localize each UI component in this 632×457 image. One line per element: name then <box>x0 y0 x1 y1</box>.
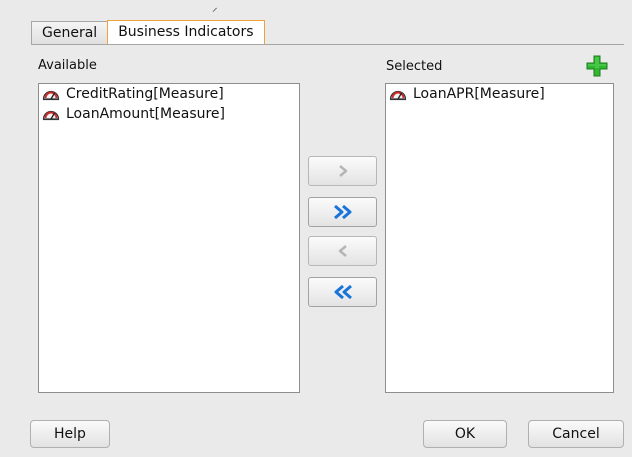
list-item[interactable]: LoanAmount[Measure] <box>39 104 299 124</box>
tab-business-indicators[interactable]: Business Indicators <box>107 20 265 44</box>
chevron-right-icon <box>338 165 347 177</box>
move-left-button[interactable] <box>308 236 377 266</box>
gauge-icon <box>389 90 407 101</box>
tab-bar: General Business Indicators <box>31 20 265 44</box>
list-item-label: LoanAPR[Measure] <box>413 86 545 102</box>
move-right-button[interactable] <box>308 156 377 186</box>
available-list[interactable]: CreditRating[Measure] LoanAmount[Measure… <box>38 83 300 393</box>
selected-list[interactable]: LoanAPR[Measure] <box>385 83 614 393</box>
move-all-right-button[interactable] <box>308 197 377 227</box>
gauge-icon <box>42 110 60 121</box>
double-chevron-left-icon <box>334 284 352 300</box>
available-label: Available <box>38 58 97 73</box>
chevron-left-icon <box>338 245 347 257</box>
cancel-button[interactable]: Cancel <box>528 420 624 448</box>
ok-button[interactable]: OK <box>423 420 507 448</box>
list-item[interactable]: LoanAPR[Measure] <box>386 84 613 104</box>
gauge-icon <box>42 90 60 101</box>
add-icon[interactable] <box>586 55 608 77</box>
help-button[interactable]: Help <box>30 420 110 448</box>
list-item[interactable]: CreditRating[Measure] <box>39 84 299 104</box>
list-item-label: LoanAmount[Measure] <box>66 106 226 122</box>
selected-label: Selected <box>386 59 443 74</box>
tab-general[interactable]: General <box>31 21 109 44</box>
double-chevron-right-icon <box>333 204 351 220</box>
move-all-left-button[interactable] <box>308 277 377 307</box>
cursor-mark: ⸝ <box>212 1 218 14</box>
list-item-label: CreditRating[Measure] <box>66 86 224 102</box>
